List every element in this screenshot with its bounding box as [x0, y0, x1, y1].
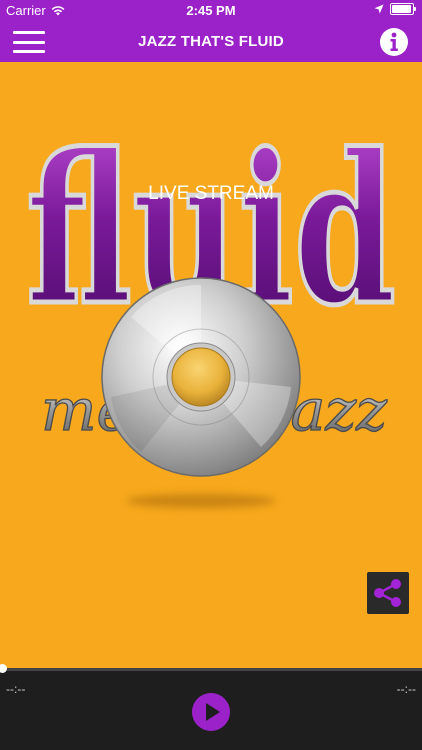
share-icon [374, 579, 401, 607]
artwork-area: fluid mellow jazz LIVE STREAM [0, 62, 422, 668]
info-icon[interactable] [378, 26, 410, 58]
status-right [374, 3, 416, 15]
page-title: JAZZ THAT'S FLUID [138, 33, 284, 50]
menu-button[interactable] [13, 31, 45, 53]
status-bar: Carrier 2:45 PM [0, 0, 422, 22]
disc-shadow [126, 494, 276, 508]
play-button[interactable] [192, 693, 230, 731]
hamburger-icon [13, 31, 45, 34]
progress-slider[interactable] [0, 664, 422, 673]
live-stream-label: LIVE STREAM [148, 183, 274, 204]
elapsed-time: --:-- [6, 682, 26, 696]
total-time: --:-- [396, 682, 416, 696]
player-bar: --:-- --:-- [0, 664, 422, 750]
nav-bar: JAZZ THAT'S FLUID [0, 22, 422, 62]
cd-disc-icon [101, 277, 301, 477]
battery-icon [390, 3, 416, 15]
location-arrow-icon [374, 4, 384, 14]
share-button[interactable] [367, 572, 409, 614]
status-time: 2:45 PM [186, 3, 236, 18]
app-root: Carrier 2:45 PM JAZZ THAT'S FLUID fluid … [0, 0, 422, 750]
progress-knob[interactable] [0, 664, 7, 673]
